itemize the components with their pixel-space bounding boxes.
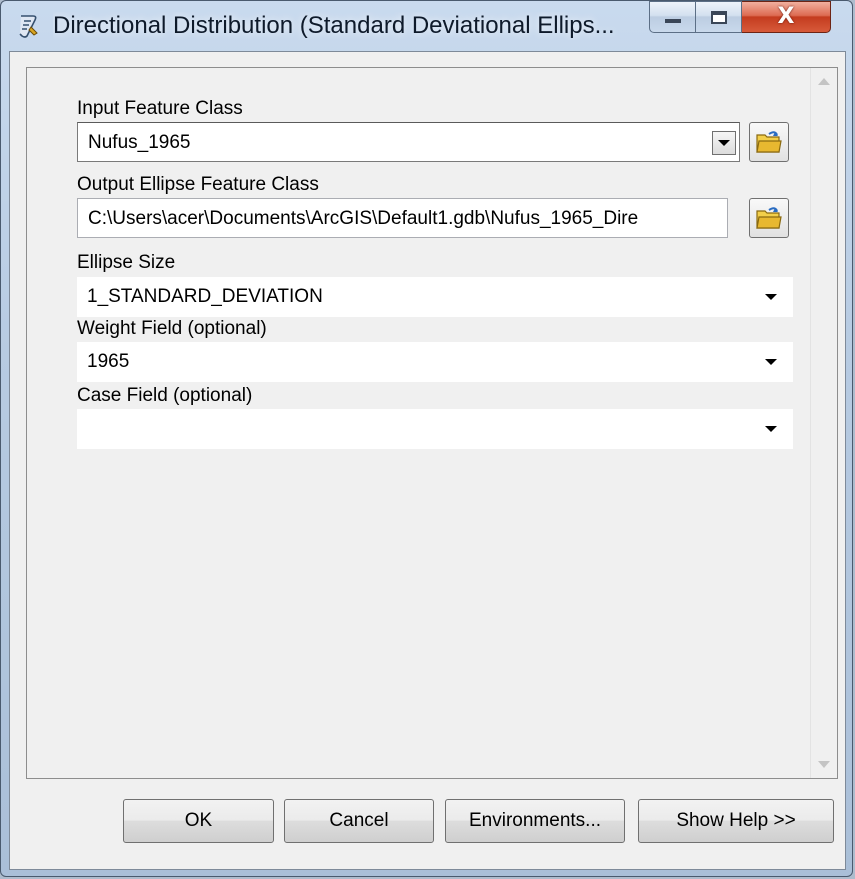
ok-button[interactable]: OK: [123, 799, 274, 843]
ellipse-size-select[interactable]: 1_STANDARD_DEVIATION: [77, 277, 793, 317]
chevron-down-icon: [765, 426, 777, 432]
cancel-button[interactable]: Cancel: [284, 799, 434, 843]
ellipse-size-value: 1_STANDARD_DEVIATION: [87, 286, 323, 307]
weight-field-value: 1965: [87, 351, 130, 372]
weight-field-select[interactable]: 1965: [77, 342, 793, 382]
caption-buttons: X: [649, 1, 831, 35]
input-feature-class-combo[interactable]: Nufus_1965: [77, 122, 740, 162]
output-ellipse-feature-class-input[interactable]: C:\Users\acer\Documents\ArcGIS\Default1.…: [77, 198, 728, 238]
close-button[interactable]: X: [742, 1, 831, 33]
output-ellipse-feature-class-label: Output Ellipse Feature Class: [77, 174, 319, 195]
input-feature-class-dropdown-button[interactable]: [712, 131, 736, 155]
ellipse-size-label: Ellipse Size: [77, 252, 176, 273]
case-field-select[interactable]: [77, 409, 793, 449]
close-icon: X: [777, 4, 795, 29]
maximize-button[interactable]: [696, 1, 742, 33]
show-help-button[interactable]: Show Help >>: [638, 799, 834, 843]
open-folder-icon: [756, 207, 782, 229]
chevron-down-icon: [765, 294, 777, 300]
output-ellipse-feature-class-value: C:\Users\acer\Documents\ArcGIS\Default1.…: [88, 208, 639, 229]
scroll-up-arrow-icon[interactable]: [818, 78, 830, 85]
input-feature-class-label: Input Feature Class: [77, 98, 243, 119]
environments-button[interactable]: Environments...: [445, 799, 625, 843]
minimize-button[interactable]: [649, 1, 696, 33]
input-feature-class-value: Nufus_1965: [88, 132, 191, 153]
chevron-down-icon: [765, 359, 777, 365]
chevron-down-icon: [718, 140, 730, 146]
minimize-icon: [664, 19, 681, 23]
maximize-icon: [710, 10, 727, 24]
scroll-down-arrow-icon[interactable]: [818, 761, 830, 768]
output-browse-button[interactable]: [749, 198, 789, 238]
weight-field-label: Weight Field (optional): [77, 318, 267, 339]
vertical-scrollbar[interactable]: [810, 68, 837, 778]
dialog-client-area: Input Feature Class Nufus_1965 Output El…: [9, 51, 846, 870]
title-bar[interactable]: Directional Distribution (Standard Devia…: [1, 1, 852, 51]
case-field-label: Case Field (optional): [77, 385, 253, 406]
parameters-panel: Input Feature Class Nufus_1965 Output El…: [26, 67, 838, 779]
input-browse-button[interactable]: [749, 122, 789, 162]
open-folder-icon: [756, 131, 782, 153]
window-title: Directional Distribution (Standard Devia…: [53, 12, 615, 39]
tool-dialog-window: Directional Distribution (Standard Devia…: [0, 0, 853, 877]
script-tool-icon: [19, 15, 38, 38]
